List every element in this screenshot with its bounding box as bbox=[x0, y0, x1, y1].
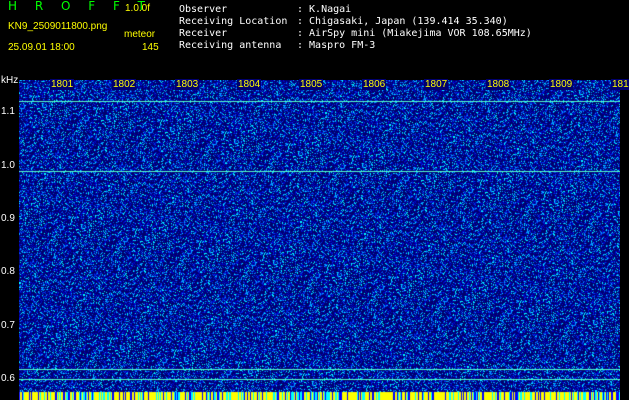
freq-label: 1.1 bbox=[1, 106, 15, 117]
hour-label: 1804 bbox=[237, 79, 262, 90]
spectrogram-canvas bbox=[19, 80, 620, 400]
info-value-receiver: : AirSpy mini (Miakejima VOR 108.65MHz) bbox=[297, 28, 532, 39]
info-value-location: : Chigasaki, Japan (139.414 35.340) bbox=[297, 16, 508, 27]
hour-label: 1801 bbox=[50, 79, 75, 90]
hrofft-window: H R O F F T 1.0.0f KN9_2509011800.png me… bbox=[0, 0, 629, 400]
hour-label: 1806 bbox=[362, 79, 387, 90]
info-value-observer: : K.Nagai bbox=[297, 4, 352, 15]
freq-label: 0.9 bbox=[1, 213, 15, 224]
freq-label: 0.8 bbox=[1, 266, 15, 277]
freq-label: 1.0 bbox=[1, 160, 15, 171]
info-label-location: Receiving Location bbox=[179, 16, 288, 27]
app-version: 1.0.0f bbox=[125, 3, 151, 14]
hour-label: 1808 bbox=[486, 79, 511, 90]
image-filename: KN9_2509011800.png bbox=[8, 21, 108, 32]
info-value-antenna: : Maspro FM-3 bbox=[297, 40, 376, 51]
hour-label: 1803 bbox=[175, 79, 200, 90]
hour-label: 1805 bbox=[299, 79, 324, 90]
hour-label: 1810 bbox=[611, 79, 629, 90]
freq-unit-label: kHz bbox=[1, 75, 19, 86]
hour-label: 1807 bbox=[424, 79, 449, 90]
hour-labels: 1801 1802 1803 1804 1805 1806 1807 1808 1809 1810 bbox=[19, 79, 629, 93]
date-time: 25.09.01 18:00 bbox=[8, 42, 75, 53]
freq-label: 0.7 bbox=[1, 320, 15, 331]
info-label-antenna: Receiving antenna bbox=[179, 40, 282, 51]
hour-label: 1809 bbox=[549, 79, 574, 90]
meteor-label: meteor bbox=[124, 29, 156, 40]
freq-label: 0.6 bbox=[1, 373, 15, 384]
info-label-receiver: Receiver bbox=[179, 28, 228, 39]
info-label-observer: Observer bbox=[179, 4, 228, 15]
meteor-count: 145 bbox=[142, 42, 159, 53]
hour-label: 1802 bbox=[112, 79, 137, 90]
